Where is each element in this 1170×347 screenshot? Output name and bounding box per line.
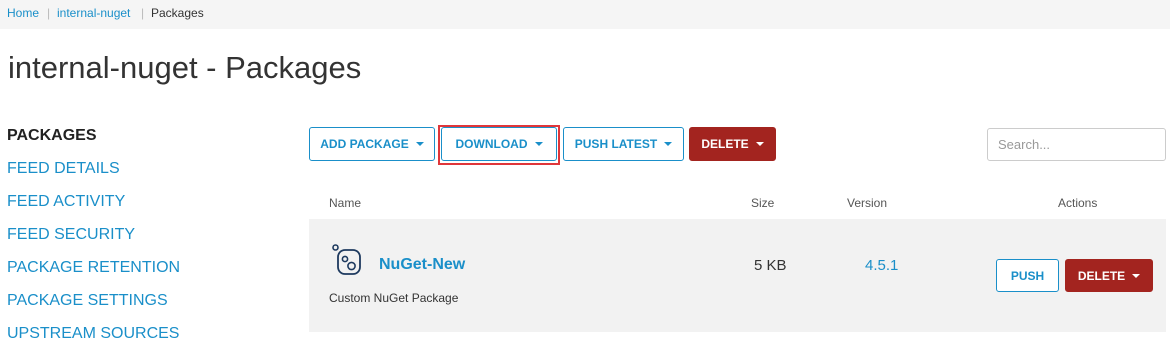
package-version-link[interactable]: 4.5.1: [865, 257, 898, 274]
breadcrumb: Home | internal-nuget | Packages: [0, 0, 1170, 29]
package-description: Custom NuGet Package: [329, 291, 459, 305]
caret-down-icon: [755, 142, 764, 146]
add-package-label: ADD PACKAGE: [320, 137, 409, 151]
column-header-size: Size: [751, 196, 775, 210]
sidebar-item-package-retention[interactable]: PACKAGE RETENTION: [7, 259, 180, 277]
breadcrumb-separator: |: [47, 6, 51, 20]
search-input[interactable]: [987, 128, 1166, 161]
column-header-actions: Actions: [1058, 196, 1098, 210]
breadcrumb-separator: |: [141, 6, 145, 20]
delete-package-button[interactable]: DELETE: [1065, 259, 1153, 292]
caret-down-icon: [664, 142, 673, 146]
sidebar-item-feed-security[interactable]: FEED SECURITY: [7, 226, 135, 244]
sidebar-item-package-settings[interactable]: PACKAGE SETTINGS: [7, 292, 168, 310]
delete-button[interactable]: DELETE: [689, 127, 776, 161]
delete-label: DELETE: [701, 137, 749, 151]
caret-down-icon: [1132, 273, 1141, 278]
add-package-button[interactable]: ADD PACKAGE: [309, 127, 435, 161]
download-highlight-box: [438, 125, 560, 165]
package-size: 5 KB: [754, 257, 787, 274]
delete-package-label: DELETE: [1077, 268, 1126, 283]
caret-down-icon: [415, 142, 424, 146]
push-package-label: PUSH: [1010, 268, 1045, 283]
sidebar-item-feed-details[interactable]: FEED DETAILS: [7, 160, 120, 178]
breadcrumb-feed-link[interactable]: internal-nuget: [57, 6, 130, 20]
push-latest-label: PUSH LATEST: [574, 137, 658, 151]
breadcrumb-home-link[interactable]: Home: [7, 6, 39, 20]
nuget-package-icon: [332, 244, 361, 275]
page-title: internal-nuget - Packages: [8, 50, 362, 85]
push-latest-button[interactable]: PUSH LATEST: [563, 127, 684, 161]
push-package-button[interactable]: PUSH: [996, 259, 1059, 292]
package-name-link[interactable]: NuGet-New: [379, 256, 465, 274]
column-header-name: Name: [329, 196, 362, 210]
column-header-version: Version: [847, 196, 888, 210]
breadcrumb-current: Packages: [151, 6, 204, 20]
sidebar-item-packages[interactable]: PACKAGES: [7, 127, 97, 145]
sidebar-item-upstream-sources[interactable]: UPSTREAM SOURCES: [7, 325, 179, 343]
sidebar-item-feed-activity[interactable]: FEED ACTIVITY: [7, 193, 125, 211]
